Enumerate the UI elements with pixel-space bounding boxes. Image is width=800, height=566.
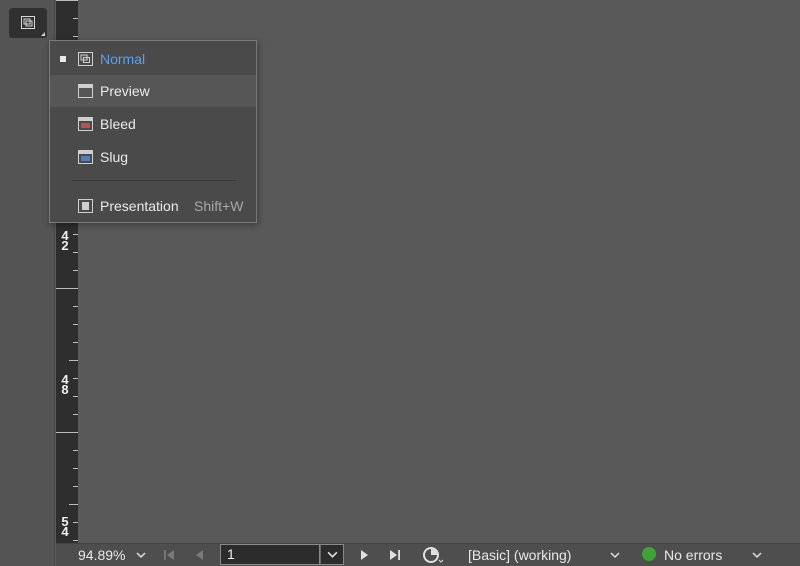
menu-item-label: Presentation (100, 198, 179, 214)
menu-item-preview[interactable]: Preview (50, 75, 256, 107)
slug-view-icon (78, 150, 93, 164)
preflight-profile[interactable]: [Basic] (working) (468, 544, 571, 566)
flyout-corner-icon (41, 32, 45, 36)
page-number-input[interactable]: 1 (220, 544, 320, 565)
menu-item-slug[interactable]: Slug (50, 141, 256, 173)
chevron-down-icon (327, 551, 338, 558)
zoom-level[interactable]: 94.89% (78, 544, 125, 566)
profile-dropdown-icon[interactable] (610, 550, 620, 560)
ruler-label: 54 (61, 514, 69, 539)
bleed-view-icon (78, 117, 93, 131)
preflight-status[interactable]: No errors (664, 544, 722, 566)
preflight-menu-icon[interactable] (422, 546, 444, 564)
status-dropdown-icon[interactable] (752, 550, 762, 560)
last-page-icon[interactable] (388, 548, 402, 562)
checkmark-icon (60, 56, 66, 62)
menu-item-label: Bleed (100, 116, 136, 132)
status-bar: 94.89% 1 [Basic] (working) No errors (56, 543, 800, 566)
page-dropdown-button[interactable] (320, 544, 344, 565)
screen-mode-icon (21, 16, 35, 29)
preflight-status-dot (642, 547, 656, 561)
menu-item-bleed[interactable]: Bleed (50, 108, 256, 140)
next-page-icon[interactable] (358, 548, 372, 562)
zoom-dropdown-icon[interactable] (136, 550, 146, 560)
menu-item-shortcut: Shift+W (194, 198, 244, 214)
normal-view-icon (78, 52, 93, 66)
first-page-icon[interactable] (162, 548, 176, 562)
menu-item-label: Preview (100, 83, 150, 99)
screen-mode-button[interactable] (9, 8, 47, 38)
preview-view-icon (78, 84, 93, 98)
menu-item-normal[interactable]: Normal (50, 43, 256, 75)
tool-strip (0, 0, 55, 566)
ruler-label: 48 (61, 372, 69, 397)
menu-item-label: Slug (100, 149, 129, 165)
menu-item-presentation[interactable]: Presentation Shift+W (50, 190, 256, 222)
previous-page-icon[interactable] (192, 548, 206, 562)
presentation-view-icon (78, 199, 93, 213)
menu-item-label: Normal (100, 51, 146, 67)
menu-divider (72, 180, 236, 181)
ruler-label: 42 (61, 228, 69, 253)
screen-mode-menu: Normal Preview Bleed Slug Presentation S… (49, 40, 257, 223)
